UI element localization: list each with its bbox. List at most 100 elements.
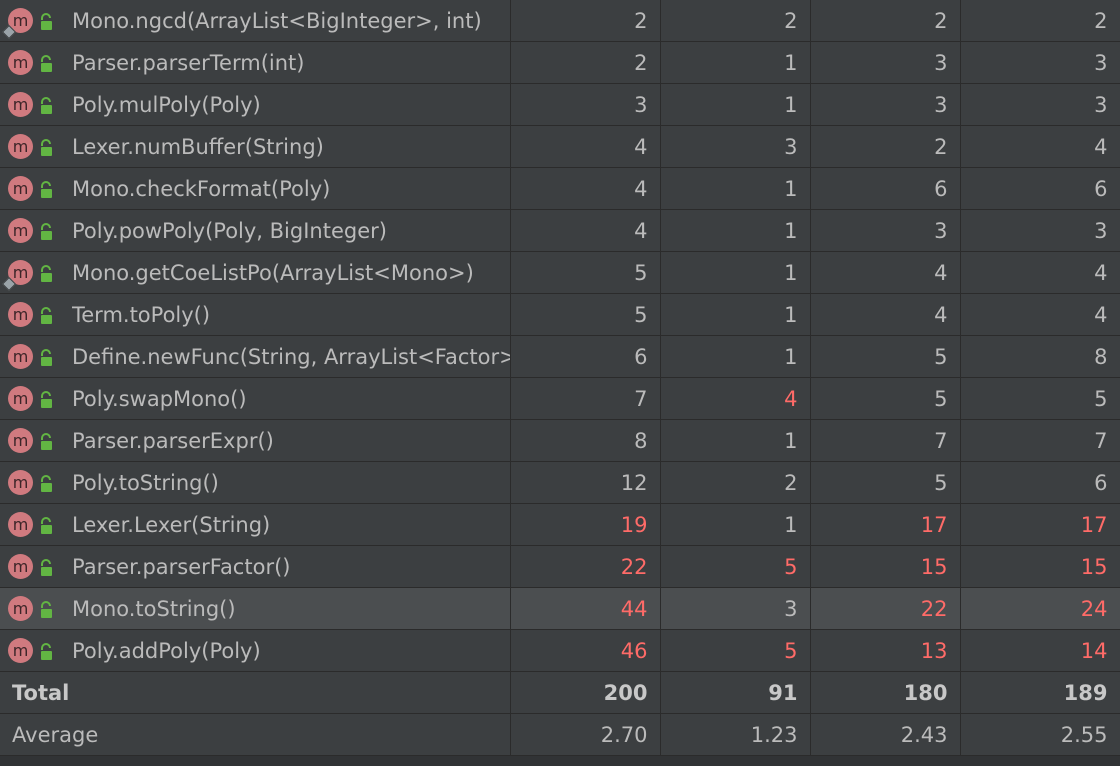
method-name: Lexer.Lexer(String) — [72, 512, 271, 537]
metric-cell-1: 6 — [510, 335, 661, 378]
metric-cell-4: 3 — [960, 83, 1120, 126]
metric-cell-4: 17 — [960, 503, 1120, 546]
lock-open-icon — [39, 54, 55, 72]
metric-cell-3: 4 — [810, 251, 961, 294]
table-row[interactable]: m Define.newFunc(String, ArrayList<Factor… — [0, 335, 1120, 378]
lock-open-icon — [39, 558, 55, 576]
table-row[interactable]: m Mono.getCoeListPo(ArrayList<Mono>) 5 1 4 4 — [0, 251, 1120, 294]
method-name: Poly.swapMono() — [72, 386, 247, 411]
metric-cell-3: 5 — [810, 335, 961, 378]
method-icon: m — [8, 50, 33, 75]
lock-open-icon — [39, 306, 55, 324]
table-row[interactable]: m Mono.checkFormat(Poly) 4 1 6 6 — [0, 167, 1120, 210]
method-name-cell: m Term.toPoly() — [0, 293, 511, 336]
table-row[interactable]: m Lexer.numBuffer(String) 4 3 2 4 — [0, 125, 1120, 168]
method-icon-letter: m — [12, 389, 29, 408]
method-icon: m — [8, 134, 33, 159]
metric-cell-4: 8 — [960, 335, 1120, 378]
metric-cell-2: 1 — [660, 251, 811, 294]
method-name-cell: m Mono.toString() — [0, 587, 511, 630]
table-row[interactable]: m Lexer.Lexer(String) 19 1 17 17 — [0, 503, 1120, 546]
average-value-2: 1.23 — [660, 713, 811, 756]
method-name-cell: m Parser.parserExpr() — [0, 419, 511, 462]
metric-cell-2: 1 — [660, 335, 811, 378]
method-name-cell: m Poly.powPoly(Poly, BigInteger) — [0, 209, 511, 252]
metric-cell-3: 22 — [810, 587, 961, 630]
table-row[interactable]: m Poly.toString() 12 2 5 6 — [0, 461, 1120, 504]
table-row[interactable]: m Parser.parserExpr() 8 1 7 7 — [0, 419, 1120, 462]
lock-open-icon — [39, 348, 55, 366]
method-icon-letter: m — [12, 599, 29, 618]
metric-cell-1: 4 — [510, 125, 661, 168]
metrics-table: m Mono.ngcd(ArrayList<BigInteger>, int) 2 2… — [0, 0, 1120, 756]
metric-cell-4: 14 — [960, 629, 1120, 672]
table-row[interactable]: m Parser.parserFactor() 22 5 15 15 — [0, 545, 1120, 588]
method-icon-letter: m — [12, 347, 29, 366]
metric-cell-2: 5 — [660, 629, 811, 672]
table-row[interactable]: m Term.toPoly() 5 1 4 4 — [0, 293, 1120, 336]
method-icon: m — [8, 428, 33, 453]
method-name-cell: m Poly.toString() — [0, 461, 511, 504]
average-label: Average — [0, 713, 511, 756]
method-name-cell: m Lexer.numBuffer(String) — [0, 125, 511, 168]
metric-cell-4: 15 — [960, 545, 1120, 588]
method-name: Poly.toString() — [72, 470, 219, 495]
table-row[interactable]: m Poly.swapMono() 7 4 5 5 — [0, 377, 1120, 420]
metric-cell-3: 15 — [810, 545, 961, 588]
method-icon-letter: m — [12, 179, 29, 198]
average-value-4: 2.55 — [960, 713, 1120, 756]
metric-cell-4: 6 — [960, 167, 1120, 210]
method-name: Parser.parserExpr() — [72, 428, 274, 453]
metric-cell-2: 1 — [660, 419, 811, 462]
method-name-cell: m Mono.checkFormat(Poly) — [0, 167, 511, 210]
metric-cell-1: 4 — [510, 167, 661, 210]
method-icon: m — [8, 638, 33, 663]
metric-cell-2: 5 — [660, 545, 811, 588]
metric-cell-1: 8 — [510, 419, 661, 462]
lock-open-icon — [39, 264, 55, 282]
table-row[interactable]: m Poly.addPoly(Poly) 46 5 13 14 — [0, 629, 1120, 672]
table-row[interactable]: m Poly.mulPoly(Poly) 3 1 3 3 — [0, 83, 1120, 126]
metric-cell-2: 1 — [660, 503, 811, 546]
table-row[interactable]: m Mono.ngcd(ArrayList<BigInteger>, int) 2 2… — [0, 0, 1120, 42]
table-row[interactable]: m Mono.toString() 44 3 22 24 — [0, 587, 1120, 630]
lock-open-icon — [39, 12, 55, 30]
metric-cell-4: 4 — [960, 293, 1120, 336]
method-icon-letter: m — [12, 557, 29, 576]
method-name: Lexer.numBuffer(String) — [72, 134, 324, 159]
metric-cell-2: 1 — [660, 167, 811, 210]
metric-cell-4: 4 — [960, 125, 1120, 168]
metric-cell-1: 3 — [510, 83, 661, 126]
method-name-cell: m Mono.getCoeListPo(ArrayList<Mono>) — [0, 251, 511, 294]
metric-cell-3: 13 — [810, 629, 961, 672]
method-icon: m — [8, 512, 33, 537]
total-row: Total 200 91 180 189 — [0, 671, 1120, 714]
scrollbar-track — [0, 756, 1120, 766]
method-name: Define.newFunc(String, ArrayList<Factor> — [72, 344, 510, 369]
method-icon-letter: m — [12, 221, 29, 240]
metric-cell-4: 7 — [960, 419, 1120, 462]
metric-cell-2: 1 — [660, 41, 811, 84]
metric-cell-3: 5 — [810, 377, 961, 420]
method-icon: m — [8, 176, 33, 201]
metric-cell-3: 2 — [810, 125, 961, 168]
metric-cell-2: 2 — [660, 0, 811, 42]
lock-open-icon — [39, 642, 55, 660]
table-row[interactable]: m Parser.parserTerm(int) 2 1 3 3 — [0, 41, 1120, 84]
metric-cell-4: 5 — [960, 377, 1120, 420]
table-row[interactable]: m Poly.powPoly(Poly, BigInteger) 4 1 3 3 — [0, 209, 1120, 252]
metric-cell-3: 4 — [810, 293, 961, 336]
method-icon: m — [8, 218, 33, 243]
metric-cell-1: 5 — [510, 251, 661, 294]
metric-cell-1: 2 — [510, 0, 661, 42]
metric-cell-2: 1 — [660, 83, 811, 126]
metric-cell-3: 3 — [810, 209, 961, 252]
method-icon: m — [1, 8, 33, 40]
method-name: Mono.toString() — [72, 596, 236, 621]
metric-cell-4: 2 — [960, 0, 1120, 42]
metric-cell-2: 3 — [660, 587, 811, 630]
method-name: Poly.mulPoly(Poly) — [72, 92, 261, 117]
lock-open-icon — [39, 180, 55, 198]
method-name: Mono.checkFormat(Poly) — [72, 176, 331, 201]
metric-cell-3: 17 — [810, 503, 961, 546]
